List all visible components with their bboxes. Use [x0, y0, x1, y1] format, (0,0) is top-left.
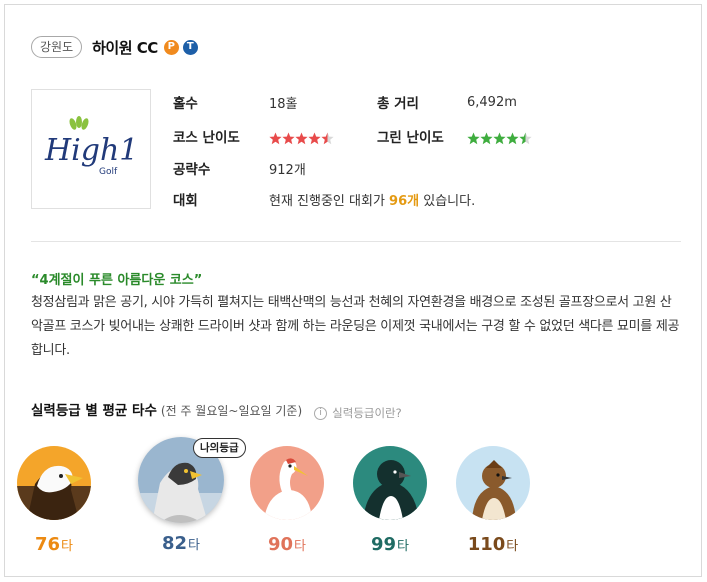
score-unit: 타 — [294, 539, 307, 554]
course-slogan: “4계절이 푸른 아름다운 코스” — [31, 273, 203, 288]
score-value: 90 — [267, 534, 294, 555]
rating-star-icon — [282, 132, 295, 144]
grade-score: 90타 — [242, 534, 332, 555]
tournament-count[interactable]: 96개 — [389, 194, 419, 209]
course-logo: High1 Golf — [31, 89, 151, 209]
tee-time-t-icon[interactable]: T — [182, 39, 198, 55]
tournament-label: 대회 — [173, 193, 198, 209]
course-card: 강원도 하이원 CC P T High1 Golf 홀수 18홀 총 거리 6,… — [4, 4, 702, 577]
rating-star-icon — [308, 132, 321, 144]
green-difficulty-stars — [467, 132, 532, 145]
grade-score: 82타 — [136, 533, 226, 554]
reservation-p-icon[interactable]: P — [163, 39, 179, 55]
holes-label: 홀수 — [173, 96, 198, 112]
rating-star-icon — [467, 132, 480, 144]
grade-subtitle: (전 주 월요일~일요일 기준) — [160, 404, 303, 418]
grade-title: 실력등급 별 평균 타수 — [31, 403, 157, 419]
region-tag[interactable]: 강원도 — [31, 36, 83, 58]
grade-score: 99타 — [345, 534, 435, 555]
eagle-icon — [17, 446, 91, 520]
tournament-suffix: 있습니다. — [419, 193, 476, 209]
score-unit: 타 — [61, 539, 74, 554]
logo-sub-text: Golf — [99, 167, 118, 177]
albatross-icon — [353, 446, 427, 520]
info-icon: i — [314, 406, 328, 420]
rating-star-icon — [480, 132, 493, 144]
score-value: 76 — [34, 534, 61, 555]
tournament-prefix: 현재 진행중인 대회가 — [269, 193, 390, 209]
course-difficulty-label: 코스 난이도 — [173, 130, 240, 146]
logo-main-text: High1 — [44, 133, 138, 168]
rating-star-icon — [295, 132, 308, 144]
score-unit: 타 — [397, 539, 410, 554]
grade-help-link[interactable]: i 실력등급이란? — [314, 405, 402, 421]
score-unit: 타 — [188, 538, 201, 553]
section-divider — [31, 241, 681, 242]
grade-item[interactable]: 110타 — [448, 446, 538, 555]
grade-item[interactable]: 99타 — [345, 446, 435, 555]
course-name: 하이원 CC — [92, 38, 158, 57]
high1-logo-icon: High1 Golf — [44, 116, 138, 177]
tournament-text: 현재 진행중인 대회가 96개 있습니다. — [269, 190, 475, 209]
score-value: 99 — [370, 534, 397, 555]
score-value: 110 — [467, 534, 506, 555]
reviews-value: 912개 — [269, 162, 306, 178]
score-value: 82 — [161, 533, 188, 554]
holes-value: 18홀 — [269, 96, 298, 112]
rating-star-icon — [519, 132, 532, 144]
rating-star-icon — [493, 132, 506, 144]
crane-icon — [250, 446, 324, 520]
course-difficulty-stars — [269, 132, 334, 145]
grade-help-text: 실력등급이란? — [332, 406, 402, 420]
rating-star-icon — [506, 132, 519, 144]
grade-score: 76타 — [9, 534, 99, 555]
reviews-label: 공략수 — [173, 162, 211, 178]
rating-star-icon — [321, 132, 334, 144]
grade-score: 110타 — [448, 534, 538, 555]
rating-star-icon — [269, 132, 282, 144]
grade-item[interactable]: 90타 — [242, 446, 332, 555]
sparrow-icon — [456, 446, 530, 520]
grade-section-title: 실력등급 별 평균 타수 (전 주 월요일~일요일 기준) i 실력등급이란? — [31, 399, 402, 421]
grade-item[interactable]: 76타 — [9, 446, 99, 555]
score-unit: 타 — [506, 539, 519, 554]
distance-label: 총 거리 — [377, 96, 419, 112]
green-difficulty-label: 그린 난이도 — [377, 130, 444, 146]
course-description: 청정삼림과 맑은 공기, 시야 가득히 펼쳐지는 태백산맥의 능선과 천혜의 자… — [31, 295, 680, 358]
distance-value: 6,492m — [467, 94, 517, 110]
my-grade-badge: 나의등급 — [193, 438, 246, 458]
course-header: 강원도 하이원 CC P T — [31, 34, 198, 60]
